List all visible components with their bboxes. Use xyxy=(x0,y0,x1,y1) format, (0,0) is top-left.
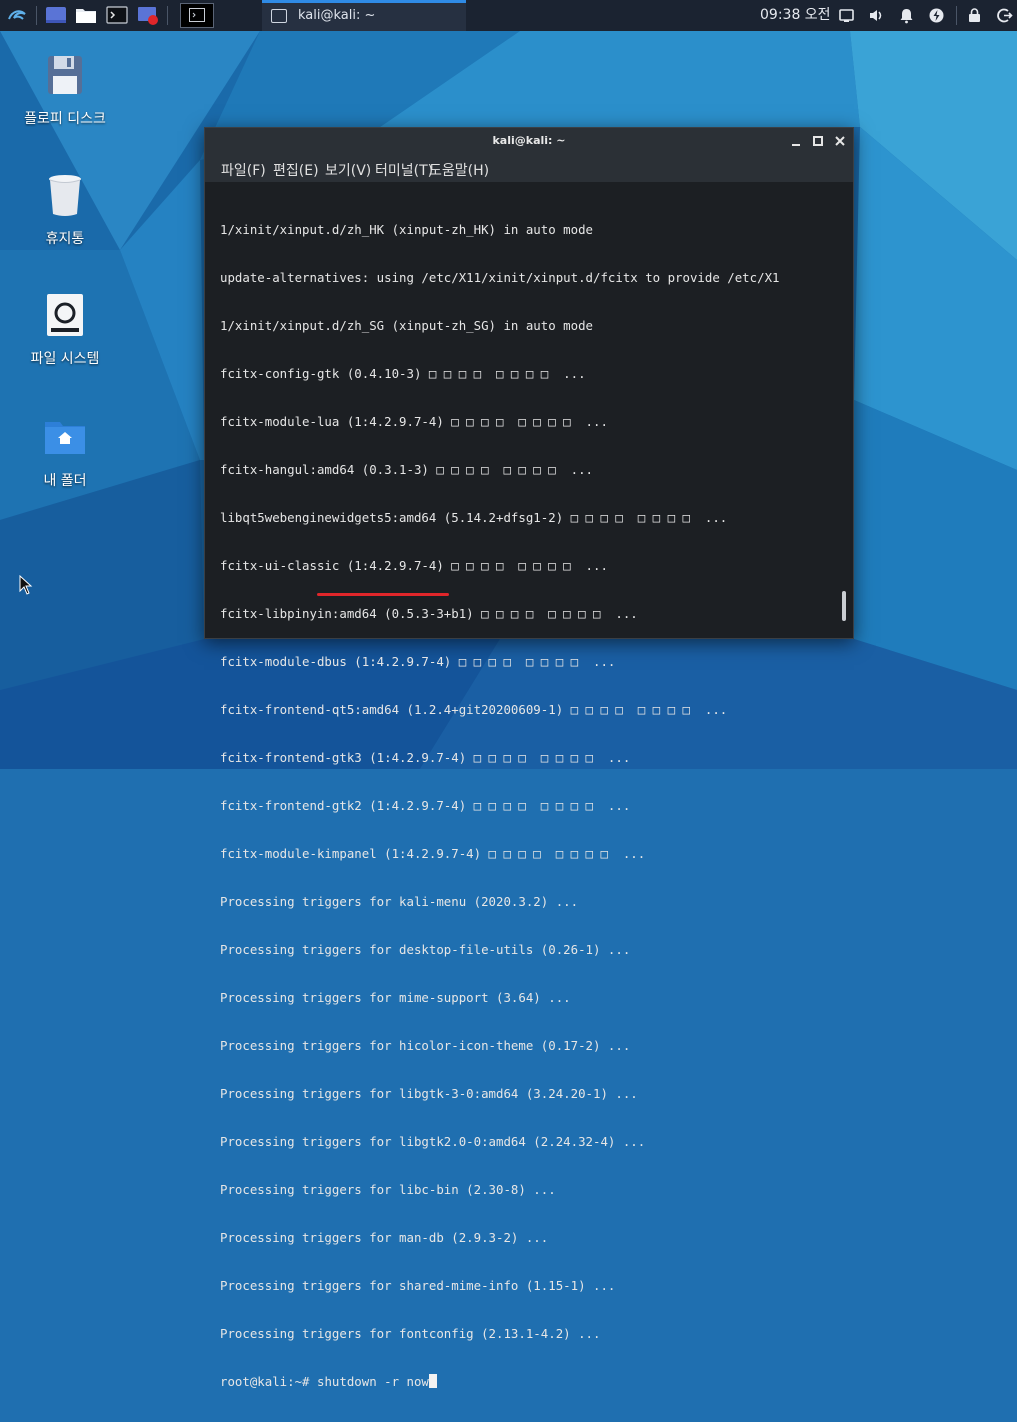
terminal-line: Processing triggers for mime-support (3.… xyxy=(220,990,571,1005)
close-icon[interactable] xyxy=(833,134,847,148)
command-highlight-underline xyxy=(317,593,449,596)
terminal-line: fcitx-frontend-qt5:amd64 (1.2.4+git20200… xyxy=(220,702,728,717)
window-title: kali@kali: ~ xyxy=(492,134,566,147)
terminal-line: fcitx-libpinyin:amd64 (0.5.3-3+b1) □ □ □… xyxy=(220,606,638,621)
terminal-line: fcitx-frontend-gtk2 (1:4.2.9.7-4) □ □ □ … xyxy=(220,798,631,813)
mouse-pointer-icon xyxy=(19,575,33,595)
show-desktop-icon[interactable] xyxy=(45,4,67,26)
notification-area-icon[interactable] xyxy=(838,7,855,24)
home-folder-icon xyxy=(45,422,85,454)
terminal-line: 1/xinit/xinput.d/zh_HK (xinput-zh_HK) in… xyxy=(220,222,593,237)
shell-prompt: root@kali:~# xyxy=(220,1374,317,1389)
menu-edit[interactable]: 편집(E) xyxy=(273,160,319,180)
desktop-icon-label: 내 폴더 xyxy=(43,473,87,489)
screen-recorder-icon[interactable] xyxy=(137,4,159,26)
file-manager-icon[interactable] xyxy=(75,4,97,26)
panel-separator xyxy=(956,6,957,25)
terminal-output[interactable]: 1/xinit/xinput.d/zh_HK (xinput-zh_HK) in… xyxy=(205,182,853,1389)
menu-help[interactable]: 도움말(H) xyxy=(429,160,489,180)
terminal-line: Processing triggers for shared-mime-info… xyxy=(220,1278,616,1293)
workspace-switcher[interactable] xyxy=(180,3,214,28)
terminal-line: Processing triggers for desktop-file-uti… xyxy=(220,942,631,957)
terminal-window[interactable]: kali@kali: ~ 파일(F) 편집(E) 보기(V) 터미널(T) 도움… xyxy=(204,127,854,1389)
taskbar-terminal-window[interactable]: kali@kali: ~ xyxy=(262,0,466,31)
taskbar-window-title: kali@kali: ~ xyxy=(298,8,376,23)
volume-icon[interactable] xyxy=(868,7,885,24)
menu-terminal[interactable]: 터미널(T) xyxy=(375,160,433,180)
terminal-line: Processing triggers for libc-bin (2.30-8… xyxy=(220,1182,556,1197)
text-cursor xyxy=(428,1374,437,1388)
terminal-line: Processing triggers for kali-menu (2020.… xyxy=(220,894,579,909)
terminal-line: fcitx-ui-classic (1:4.2.9.7-4) □ □ □ □ □… xyxy=(220,558,608,573)
terminal-line: Processing triggers for fontconfig (2.13… xyxy=(220,1326,601,1341)
menu-view[interactable]: 보기(V) xyxy=(325,160,371,180)
desktop-icon-label: 휴지통 xyxy=(45,231,85,247)
panel-separator xyxy=(36,6,37,25)
power-manager-icon[interactable] xyxy=(928,7,945,24)
terminal-line: Processing triggers for man-db (2.9.3-2)… xyxy=(220,1230,549,1245)
desktop-icon-label: 플로피 디스크 xyxy=(24,111,106,127)
terminal-line: Processing triggers for libgtk2.0-0:amd6… xyxy=(220,1134,646,1149)
panel-clock[interactable]: 09:38 오전 xyxy=(760,0,831,31)
window-titlebar[interactable]: kali@kali: ~ xyxy=(205,128,853,156)
terminal-line: fcitx-hangul:amd64 (0.3.1-3) □ □ □ □ □ □… xyxy=(220,462,593,477)
floppy-disk-icon xyxy=(48,56,82,94)
desktop-icon-trash[interactable]: 휴지통 xyxy=(15,172,115,248)
terminal-line: Processing triggers for hicolor-icon-the… xyxy=(220,1038,631,1053)
kali-menu-icon[interactable] xyxy=(6,5,28,27)
desktop-icon-home[interactable]: 내 폴더 xyxy=(15,414,115,490)
terminal-line: libqt5webenginewidgets5:amd64 (5.14.2+df… xyxy=(220,510,728,525)
minimize-icon[interactable] xyxy=(789,134,803,148)
terminal-window-icon xyxy=(271,9,287,23)
terminal-line: fcitx-module-lua (1:4.2.9.7-4) □ □ □ □ □… xyxy=(220,414,608,429)
command-line[interactable]: root@kali:~# shutdown -r now xyxy=(220,1374,830,1390)
logout-icon[interactable] xyxy=(996,7,1013,24)
menu-file[interactable]: 파일(F) xyxy=(221,160,266,180)
panel-separator xyxy=(167,6,168,25)
trash-icon xyxy=(49,175,81,216)
desktop-icon-label: 파일 시스템 xyxy=(30,351,100,367)
notifications-bell-icon[interactable] xyxy=(898,7,915,24)
terminal-text: 1/xinit/xinput.d/zh_HK (xinput-zh_HK) in… xyxy=(220,190,830,1422)
typed-command: shutdown -r now xyxy=(316,1374,429,1389)
workspace-window-icon xyxy=(189,8,205,22)
terminal-menubar: 파일(F) 편집(E) 보기(V) 터미널(T) 도움말(H) xyxy=(205,156,853,182)
terminal-launcher-icon[interactable] xyxy=(106,4,128,26)
terminal-line: fcitx-frontend-gtk3 (1:4.2.9.7-4) □ □ □ … xyxy=(220,750,631,765)
scrollbar-thumb[interactable] xyxy=(842,591,846,621)
terminal-line: fcitx-module-kimpanel (1:4.2.9.7-4) □ □ … xyxy=(220,846,646,861)
maximize-icon[interactable] xyxy=(811,134,825,148)
terminal-line: update-alternatives: using /etc/X11/xini… xyxy=(220,270,780,285)
terminal-line: Processing triggers for libgtk-3-0:amd64… xyxy=(220,1086,638,1101)
terminal-line: fcitx-module-dbus (1:4.2.9.7-4) □ □ □ □ … xyxy=(220,654,616,669)
hard-drive-icon xyxy=(47,294,83,336)
desktop-icon-floppy[interactable]: 플로피 디스크 xyxy=(15,52,115,128)
top-panel: kali@kali: ~ 09:38 오전 xyxy=(0,0,1017,31)
terminal-line: 1/xinit/xinput.d/zh_SG (xinput-zh_SG) in… xyxy=(220,318,593,333)
terminal-line: fcitx-config-gtk (0.4.10-3) □ □ □ □ □ □ … xyxy=(220,366,586,381)
lock-screen-icon[interactable] xyxy=(966,7,983,24)
desktop-icon-filesystem[interactable]: 파일 시스템 xyxy=(15,292,115,368)
